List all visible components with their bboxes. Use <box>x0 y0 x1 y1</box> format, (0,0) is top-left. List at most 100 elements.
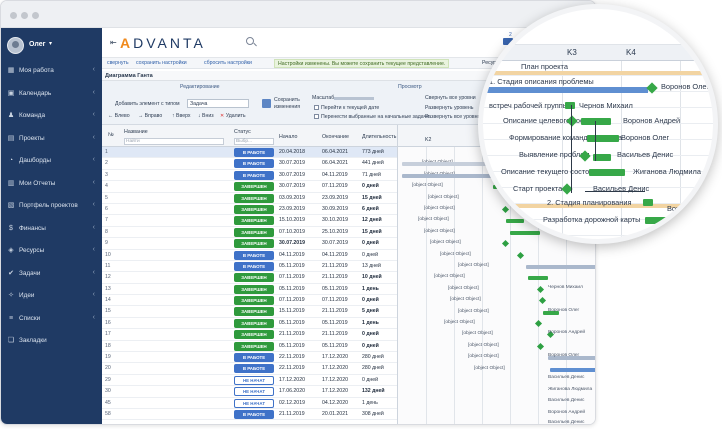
start-date[interactable]: 04.11.2019 <box>279 252 319 258</box>
start-date[interactable]: 21.11.2019 <box>279 411 319 417</box>
lens-summary-bar[interactable] <box>483 87 648 93</box>
end-date[interactable]: 25.10.2019 <box>322 229 362 235</box>
start-date[interactable]: 23.09.2019 <box>279 206 319 212</box>
search-icon[interactable] <box>246 37 254 45</box>
end-date[interactable]: 21.11.2019 <box>322 263 362 269</box>
end-date[interactable]: 04.12.2020 <box>322 400 362 406</box>
sidebar-item[interactable]: ❏ Закладки <box>1 330 102 353</box>
start-date[interactable]: 05.11.2019 <box>279 263 319 269</box>
menu-collapse-icon[interactable]: ⇤ <box>110 38 117 47</box>
reset-settings-link[interactable]: сбросить настройки <box>204 60 252 66</box>
table-row[interactable]: 10 ⚑Проблемы выявлены В РАБОТЕ 04.11.201… <box>102 250 397 261</box>
move-selected-button[interactable]: Перенести выбранные на начальные задачи <box>314 114 429 120</box>
table-row[interactable]: 14 ✔Дорожная карта сформиро ЗАВЕРШЕН 07.… <box>102 295 397 307</box>
end-date[interactable]: 05.11.2019 <box>322 343 362 349</box>
sidebar-item[interactable]: ▧ Портфель проектов ‹ <box>1 195 102 218</box>
end-date[interactable]: 04.11.2019 <box>322 172 362 178</box>
end-date[interactable]: 30.10.2019 <box>322 217 362 223</box>
move-right-button[interactable]: → Вправо <box>138 113 162 119</box>
sidebar-item[interactable]: ▤ Проекты ‹ <box>1 128 102 151</box>
start-date[interactable]: 07.11.2019 <box>279 297 319 303</box>
lens-task-bar[interactable] <box>589 169 625 176</box>
end-date[interactable]: 07.11.2019 <box>322 297 362 303</box>
table-row[interactable]: 8 ✔Описание текущего состоя ЗАВЕРШЕН 07.… <box>102 227 397 239</box>
end-date[interactable]: 17.12.2020 <box>322 377 362 383</box>
sidebar-item[interactable]: ◔ Дашборды ‹ <box>1 150 102 173</box>
move-down-button[interactable]: ↓ Вниз <box>198 113 214 119</box>
lens-task-bar[interactable] <box>581 118 611 125</box>
expand-level-button[interactable]: Развернуть уровень <box>425 105 473 111</box>
start-date[interactable]: 17.06.2020 <box>279 388 319 394</box>
table-row[interactable]: 1 Разработка системы управления и к В РА… <box>102 147 397 159</box>
name-filter-input[interactable]: Найти <box>124 138 224 145</box>
start-date[interactable]: 22.11.2019 <box>279 354 319 360</box>
table-row[interactable]: 11 2. Стадия планирования В РАБОТЕ 05.11… <box>102 261 397 273</box>
end-date[interactable]: 06.04.2021 <box>322 149 362 155</box>
sidebar-item[interactable]: ▥ Мои Отчеты ‹ <box>1 173 102 196</box>
sidebar-item[interactable]: ▦ Моя работа ‹ <box>1 60 102 83</box>
sidebar-item[interactable]: ≡ Списки ‹ <box>1 308 102 331</box>
move-left-button[interactable]: ← Влево <box>108 113 130 119</box>
start-date[interactable]: 05.11.2019 <box>279 320 319 326</box>
start-date[interactable]: 15.10.2019 <box>279 217 319 223</box>
start-date[interactable]: 22.11.2019 <box>279 365 319 371</box>
end-date[interactable]: 07.11.2019 <box>322 183 362 189</box>
gantt-bar[interactable] <box>526 265 595 269</box>
table-row[interactable]: 2 План проекта В РАБОТЕ 30.07.2019 06.04… <box>102 158 397 170</box>
start-date[interactable]: 07.10.2019 <box>279 229 319 235</box>
collapse-link[interactable]: свернуть <box>107 60 129 66</box>
end-date[interactable]: 20.01.2021 <box>322 411 362 417</box>
table-row[interactable]: 58 4. Стадия мониторинга В РАБОТЕ 21.11.… <box>102 409 397 421</box>
table-row[interactable]: 13 ✔Постановка целей ЗАВЕРШЕН 05.11.2019… <box>102 284 397 296</box>
col-name-header[interactable]: Название <box>124 129 148 135</box>
col-duration-header[interactable]: Длительность <box>362 134 396 140</box>
user-menu[interactable]: Олег ▾ <box>7 34 99 60</box>
end-date[interactable]: 05.11.2019 <box>322 320 362 326</box>
gantt-bar[interactable] <box>550 367 595 372</box>
element-type-select[interactable]: Задача <box>187 99 249 108</box>
table-row[interactable]: 19 3. Стадия реализации В РАБОТЕ 22.11.2… <box>102 352 397 364</box>
end-date[interactable]: 21.11.2019 <box>322 274 362 280</box>
table-row[interactable]: 9 ⚑Старт проекта ЗАВЕРШЕН 30.07.2019 30.… <box>102 238 397 250</box>
sidebar-item[interactable]: ♟ Команда ‹ <box>1 105 102 128</box>
goto-today-button[interactable]: Перейти к текущей дате <box>314 105 379 111</box>
end-date[interactable]: 17.12.2020 <box>322 365 362 371</box>
expand-all-button[interactable]: Развернуть все уровни <box>425 114 480 120</box>
table-row[interactable]: 4 ✔Разработка графика встре ЗАВЕРШЕН 30.… <box>102 181 397 193</box>
end-date[interactable]: 17.12.2020 <box>322 388 362 394</box>
move-up-button[interactable]: ↑ Вверх <box>172 113 191 119</box>
table-row[interactable]: 17 ✤KPI разработаны ЗАВЕРШЕН 21.11.2019 … <box>102 329 397 341</box>
save-icon[interactable] <box>262 99 271 108</box>
col-num-header[interactable]: № <box>108 132 114 138</box>
start-date[interactable]: 05.11.2019 <box>279 343 319 349</box>
sidebar-item[interactable]: ✔ Задачи ‹ <box>1 263 102 286</box>
table-row[interactable]: 29 ⚑Выполнены все мероприяти НЕ НАЧАТ 17… <box>102 375 397 387</box>
save-settings-link[interactable]: сохранить настройки <box>136 60 187 66</box>
table-row[interactable]: 3 1. Стадия описания проблемы В РАБОТЕ 3… <box>102 170 397 182</box>
gantt-milestone[interactable] <box>516 251 525 259</box>
col-start-header[interactable]: Начало <box>279 134 297 140</box>
collapse-all-button[interactable]: Свернуть все уровни <box>425 95 476 101</box>
sidebar-item[interactable]: ✧ Идеи ‹ <box>1 285 102 308</box>
gantt-milestone[interactable] <box>534 319 543 328</box>
table-row[interactable]: 5 ✔Описание целевого состоя ЗАВЕРШЕН 03.… <box>102 193 397 204</box>
start-date[interactable]: 30.07.2019 <box>279 160 319 166</box>
col-status-header[interactable]: Статус <box>234 129 251 135</box>
gantt-bar[interactable] <box>528 276 548 281</box>
table-row[interactable]: 18 ✤Цель определена ЗАВЕРШЕН 05.11.2019 … <box>102 341 397 353</box>
start-date[interactable]: 02.12.2019 <box>279 400 319 406</box>
end-date[interactable]: 23.09.2019 <box>322 195 362 201</box>
scale-slider[interactable] <box>334 97 374 100</box>
table-row[interactable]: 7 ✔Выявление проблем ЗАВЕРШЕН 15.10.2019… <box>102 215 397 227</box>
start-date[interactable]: 30.07.2019 <box>279 172 319 178</box>
end-date[interactable]: 17.12.2020 <box>322 354 362 360</box>
status-filter-select[interactable]: Выбр... <box>234 138 274 145</box>
end-date[interactable]: 04.11.2019 <box>322 252 362 258</box>
delete-button[interactable]: ✕ Удалить <box>220 113 246 119</box>
end-date[interactable]: 30.07.2019 <box>322 240 362 246</box>
col-end-header[interactable]: Окончание <box>322 134 349 140</box>
start-date[interactable]: 05.11.2019 <box>279 286 319 292</box>
start-date[interactable]: 20.04.2018 <box>279 149 319 155</box>
table-row[interactable]: 16 ✔Описание системы/процесс ЗАВЕРШЕН 05… <box>102 318 397 330</box>
save-changes-button[interactable]: Сохранить изменения <box>274 97 302 111</box>
